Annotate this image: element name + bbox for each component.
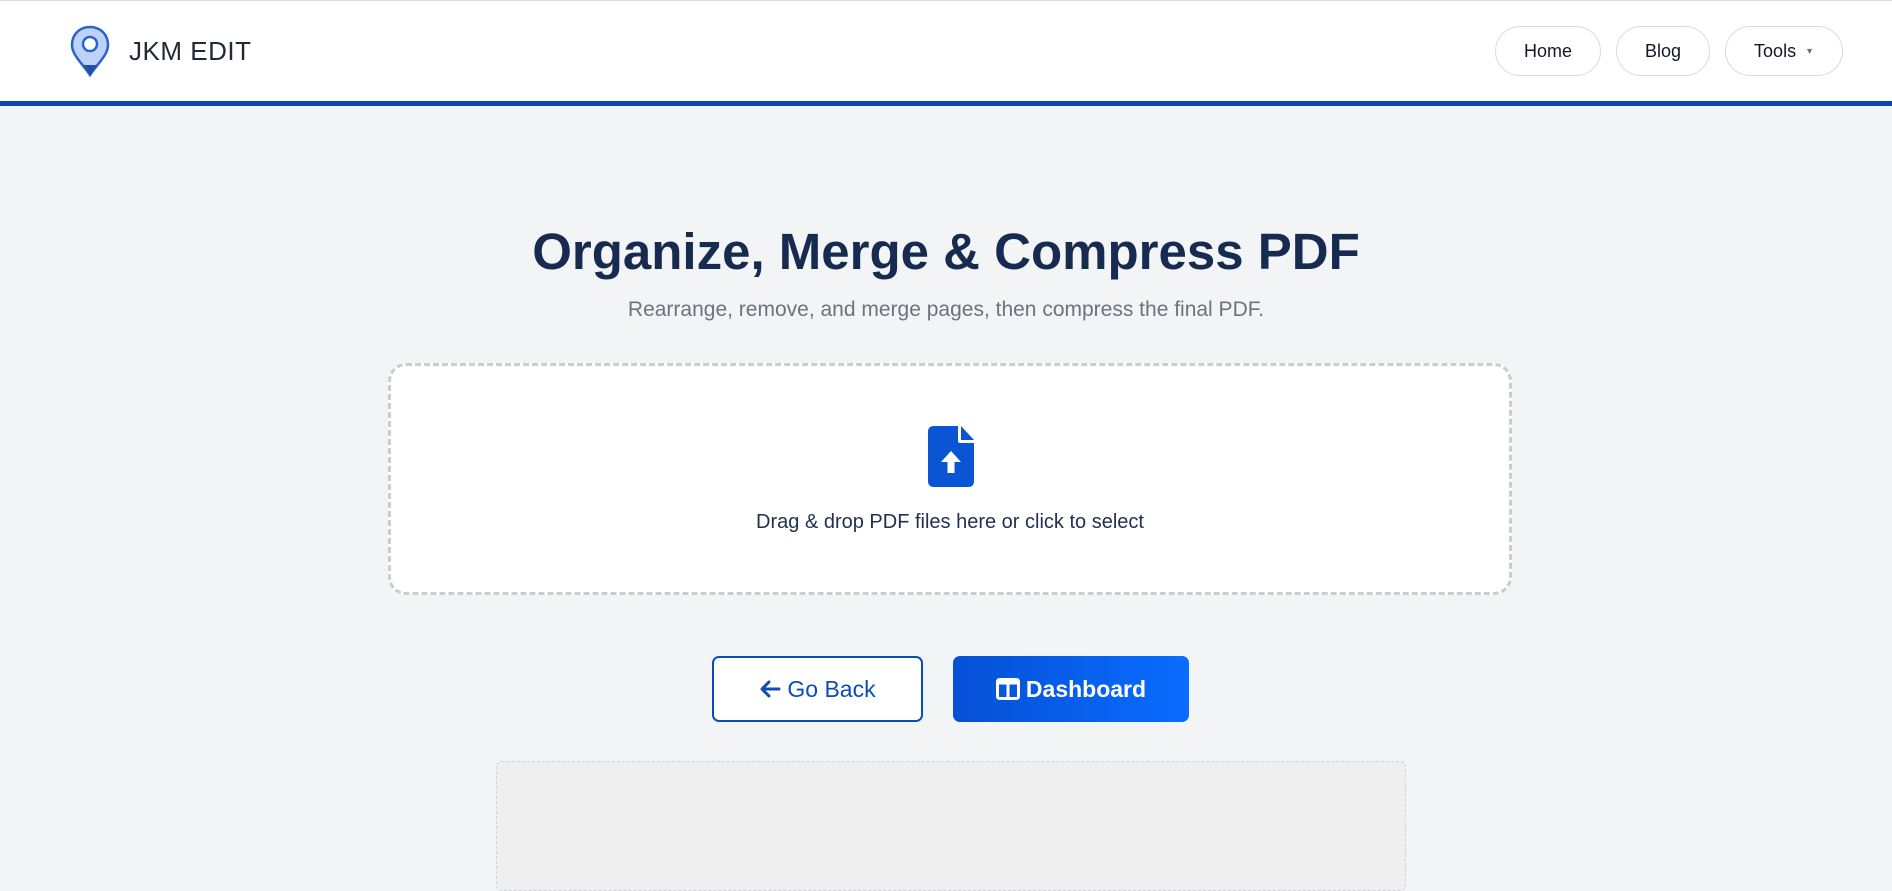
nav-blog[interactable]: Blog — [1616, 26, 1711, 76]
go-back-label: Go Back — [787, 675, 876, 702]
navbar: JKM EDIT Home Blog Tools ▼ — [0, 1, 1892, 106]
arrow-left-icon — [759, 679, 781, 699]
dropzone-instructions: Drag & drop PDF files here or click to s… — [756, 511, 1144, 533]
pages-preview-area — [496, 761, 1406, 891]
nav-tools-label: Tools — [1754, 40, 1797, 61]
pdf-dropzone[interactable]: Drag & drop PDF files here or click to s… — [388, 363, 1512, 595]
map-pin-icon — [70, 25, 110, 77]
columns-icon — [995, 678, 1020, 700]
nav-home[interactable]: Home — [1495, 26, 1602, 76]
dashboard-label: Dashboard — [1025, 675, 1147, 702]
file-upload-icon — [928, 426, 974, 487]
page-subtitle: Rearrange, remove, and merge pages, then… — [627, 298, 1265, 321]
go-back-button[interactable]: Go Back — [712, 656, 923, 722]
nav-tools-dropdown[interactable]: Tools ▼ — [1725, 26, 1843, 76]
page-title: Organize, Merge & Compress PDF — [532, 223, 1360, 280]
dashboard-button[interactable]: Dashboard — [953, 656, 1189, 722]
nav-home-label: Home — [1524, 40, 1573, 61]
nav-blog-label: Blog — [1645, 40, 1682, 61]
brand[interactable]: JKM EDIT — [70, 25, 251, 77]
brand-name: JKM EDIT — [129, 35, 252, 66]
main-nav: Home Blog Tools ▼ — [1480, 26, 1843, 76]
caret-down-icon: ▼ — [1805, 46, 1814, 56]
